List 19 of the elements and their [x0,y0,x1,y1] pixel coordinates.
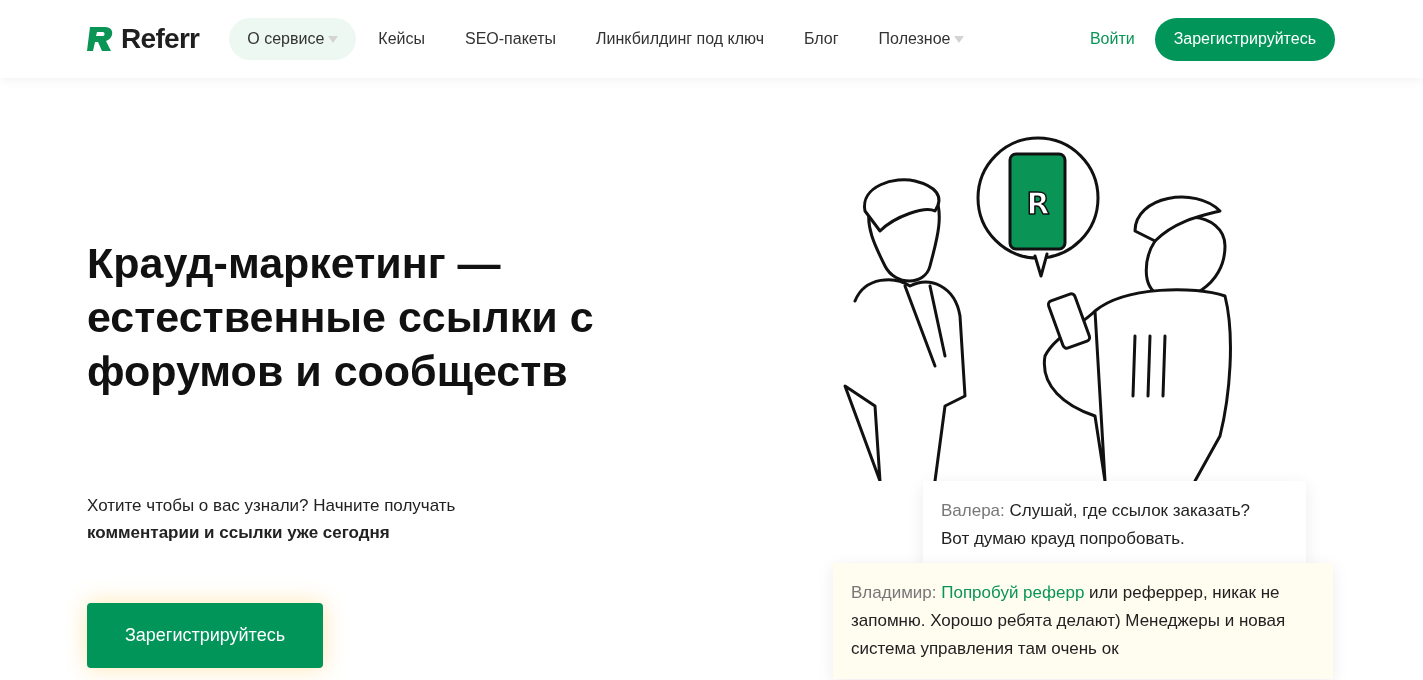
hero-subtitle: Хотите чтобы о вас узнали? Начните получать комментарии и ссылки уже сегодня [87,495,457,544]
nav-link[interactable]: Кейсы [360,18,443,60]
login-link[interactable]: Войти [1089,27,1135,51]
hero-register-button[interactable]: Зарегистрируйтесь [87,603,323,668]
nav-link[interactable]: Линкбилдинг под ключ [578,18,782,60]
caret-icon [954,35,965,43]
chat-message-text: Валера: Слушай, где ссылок заказать? Вот думаю крауд попробовать. [941,500,1252,550]
nav-link[interactable]: Блог [786,18,857,60]
chat-message-text: Владимир: Попробуй реферр или реферрер, никак не запомню. Хорошо ребята делают) Менеджеры и новая система управления там очень ок [851,582,1287,660]
nav-link[interactable]: Полезное [860,18,983,60]
caret-icon [328,35,339,43]
referr-link[interactable]: Попробуй реферр [941,583,1085,602]
logo-text[interactable]: Referr [121,18,200,60]
logo-icon [87,27,113,51]
nav-link[interactable]: SEO-пакеты [447,18,575,60]
nav-link[interactable]: О сервисе [229,18,357,60]
illustration-drawing: R [835,136,1235,481]
hero-title: Крауд-маркетинг — естественные ссылки с форумов и сообществ [87,238,595,397]
register-button[interactable]: Зарегистрируйтесь [1154,17,1335,61]
